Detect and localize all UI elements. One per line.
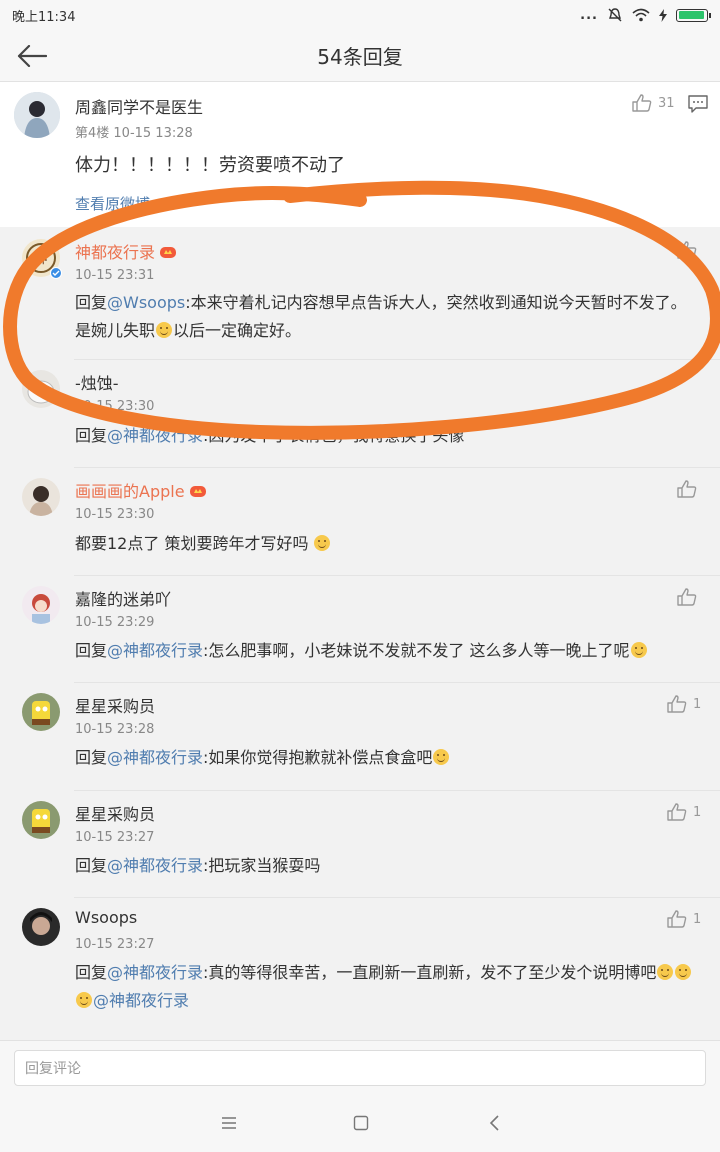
comment-bar: 回复评论 [0,1040,720,1094]
avatar[interactable] [22,908,60,946]
signal-dots: ... [580,7,598,23]
like-button[interactable]: 1 [667,803,701,821]
reply-text: 回复@Wsoops:本来守着札记内容想早点告诉大人，突然收到通知说今天暂时不发了… [75,293,687,340]
like-count: 1 [693,696,702,712]
menu-button[interactable] [214,1108,244,1138]
sweat-emoji-icon [657,964,674,980]
avatar[interactable] [22,801,60,839]
reply-text: 回复@神都夜行录:因为发不了表情包，我特意换了头像 [75,426,465,445]
like-icon [667,910,687,928]
view-original-link[interactable]: 查看原微博 [75,190,150,218]
like-count: 31 [658,95,675,111]
back-nav-icon [489,1115,499,1131]
sweat-emoji-icon [675,964,692,980]
reply-text: 都要12点了 策划要跨年才写好吗 [75,530,695,558]
like-icon[interactable] [677,588,697,606]
sweat-emoji-icon [76,992,92,1008]
mention-link[interactable]: @神都夜行录 [107,641,203,660]
back-button[interactable] [14,38,50,74]
mention-link[interactable]: @神都夜行录 [93,991,189,1010]
avatar[interactable] [22,693,60,731]
reply-item: 神 神都夜行录 10-15 23:31 回复@Wsoops:本来守着札记内容想早… [0,227,720,360]
reply-text: 回复@神都夜行录:如果你觉得抱歉就补偿点食盒吧 [75,744,695,772]
like-icon [667,803,687,821]
reply-time: 10-15 23:31 [75,268,155,283]
avatar[interactable] [22,370,60,408]
reply-time: 10-15 23:30 [75,507,155,522]
reply-username[interactable]: 星星采购员 [75,801,155,825]
crying-emoji-icon [156,322,173,338]
reply-item: 嘉隆的迷弟吖 10-15 23:29 回复@神都夜行录:怎么肥事啊，小老妹说不发… [0,576,720,683]
system-nav-bar [0,1094,720,1152]
vip-crown-icon [189,486,206,497]
like-button[interactable]: 31 [632,94,675,112]
reply-username[interactable]: 神都夜行录 [75,239,177,263]
reply-username[interactable]: 星星采购员 [75,693,155,717]
like-icon[interactable] [677,241,697,259]
status-icons: ... [580,7,711,23]
reply-text: 回复@神都夜行录:把玩家当猴耍吗 [75,856,321,875]
comment-button[interactable] [688,95,708,117]
like-icon[interactable] [677,480,697,498]
system-back-button[interactable] [479,1108,509,1138]
like-count: 1 [693,804,702,820]
main-post: 周鑫同学不是医生 第4楼 10-15 13:28 31 体力！！！！！！劳资要喷… [0,82,720,227]
charging-icon [659,8,667,22]
emoji-icon [314,535,331,551]
mention-link[interactable]: @神都夜行录 [107,426,203,445]
home-button[interactable] [346,1108,376,1138]
mention-link[interactable]: @Wsoops [107,293,185,312]
reply-username[interactable]: 嘉隆的迷弟吖 [75,586,171,610]
replies-list: 神 神都夜行录 10-15 23:31 回复@Wsoops:本来守着札记内容想早… [0,227,720,1034]
avatar[interactable] [14,92,60,138]
avatar[interactable] [22,586,60,624]
back-arrow-icon [17,45,47,67]
reply-item: 画画画的Apple 10-15 23:30 都要12点了 策划要跨年才写好吗 [0,468,720,576]
status-time: 晚上11:34 [12,9,76,25]
mute-icon [608,8,622,22]
mention-link[interactable]: @神都夜行录 [107,748,203,767]
reply-time: 10-15 23:27 [75,937,155,952]
vip-crown-icon [160,247,177,258]
menu-icon [222,1117,236,1129]
mention-link[interactable]: @神都夜行录 [107,856,203,875]
reply-item: 星星采购员 10-15 23:27 1 回复@神都夜行录:把玩家当猴耍吗 [0,791,720,898]
post-username[interactable]: 周鑫同学不是医生 [75,94,203,118]
avatar[interactable] [22,478,60,516]
reply-item: Wsoops 10-15 23:27 1 回复@神都夜行录:真的等得很幸苦，一直… [0,898,720,1034]
smile-emoji-icon [630,642,647,658]
reply-item: 星星采购员 10-15 23:28 1 回复@神都夜行录:如果你觉得抱歉就补偿点… [0,683,720,791]
home-icon [353,1115,369,1131]
svg-text:神: 神 [34,252,47,267]
comment-icon [688,95,708,113]
reply-username[interactable]: 画画画的Apple [75,478,207,502]
smile-emoji-icon [433,749,450,765]
wifi-icon [632,8,650,22]
like-button[interactable]: 1 [667,695,701,713]
reply-text: 回复@神都夜行录:怎么肥事啊，小老妹说不发就不发了 这么多人等一晚上了呢 [75,637,705,665]
verified-icon [50,267,62,279]
reply-username[interactable]: -烛蚀- [75,370,119,394]
reply-text: 回复@神都夜行录:真的等得很幸苦，一直刷新一直刷新，发不了至少发个说明博吧@神都… [75,959,699,1015]
reply-username[interactable]: Wsoops [75,908,137,927]
reply-comment-input[interactable]: 回复评论 [14,1050,706,1086]
battery-icon [676,8,711,22]
page-title: 54条回复 [317,45,403,69]
content-area: 周鑫同学不是医生 第4楼 10-15 13:28 31 体力！！！！！！劳资要喷… [0,82,720,1040]
like-icon [632,94,652,112]
reply-time: 10-15 23:27 [75,830,155,845]
reply-item: -烛蚀- 10-15 23:30 回复@神都夜行录:因为发不了表情包，我特意换了… [0,360,720,468]
reply-time: 10-15 23:28 [75,722,155,737]
like-count: 1 [693,911,702,927]
mention-link[interactable]: @神都夜行录 [107,963,203,982]
reply-time: 10-15 23:29 [75,615,155,630]
status-bar: 晚上11:34 ... [0,0,720,30]
post-meta: 第4楼 10-15 13:28 [75,126,193,141]
reply-time: 10-15 23:30 [75,399,155,414]
like-button[interactable]: 1 [667,910,701,928]
like-icon [667,695,687,713]
nav-bar: 54条回复 [0,30,720,82]
post-text: 体力！！！！！！劳资要喷不动了 [75,155,345,176]
